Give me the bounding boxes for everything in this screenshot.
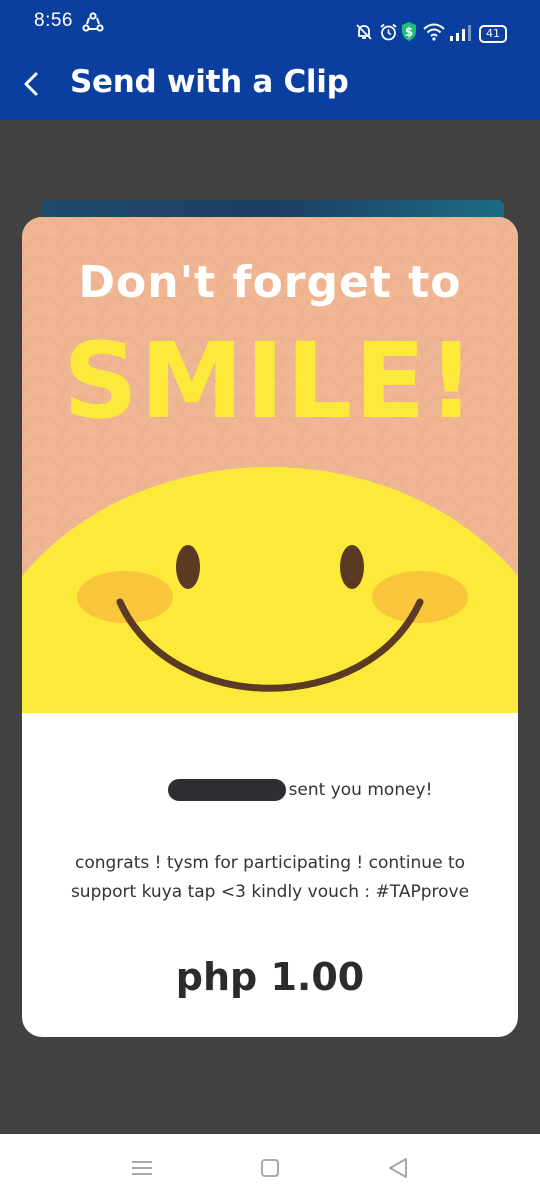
alarm-icon: [380, 23, 397, 41]
headline-top: Don't forget to: [79, 257, 462, 308]
back-button[interactable]: [12, 64, 52, 104]
sender-name-redacted: [167, 779, 286, 801]
home-square-icon[interactable]: [256, 1154, 284, 1182]
wifi-icon: [423, 23, 445, 41]
smile-clip-image: Don't forget to SMILE!: [22, 217, 518, 713]
message-line-2: support kuya tap <3 kindly vouch : #TAPp…: [70, 882, 470, 902]
status-time: 8:56: [34, 10, 73, 31]
menu-icon[interactable]: [128, 1154, 156, 1182]
headline-main: SMILE!: [63, 320, 477, 442]
battery-level: 41: [486, 27, 500, 40]
app-sync-icon: [82, 12, 104, 32]
signal-icon: [450, 25, 471, 41]
system-nav-bar: [0, 1134, 540, 1200]
sender-message: sent you money!: [288, 780, 433, 800]
svg-text:$: $: [405, 25, 413, 39]
shield-dollar-icon: $: [402, 22, 416, 41]
sender-row: sent you money!: [22, 779, 518, 805]
battery-icon: 41: [479, 25, 507, 43]
back-triangle-icon[interactable]: [384, 1154, 412, 1182]
chevron-left-icon: [24, 72, 38, 96]
amount: php 1.00: [175, 955, 365, 999]
clip-card: Don't forget to SMILE! sent you money! c…: [22, 217, 518, 1037]
mute-bell-icon: [356, 24, 372, 40]
app-bar: Send with a Clip: [0, 46, 540, 120]
clip-message: congrats ! tysm for participating ! cont…: [52, 849, 488, 907]
status-bar: 8:56 $ 41: [0, 0, 540, 46]
page-title: Send with a Clip: [70, 64, 349, 100]
message-line-1: congrats ! tysm for participating ! cont…: [74, 853, 466, 873]
